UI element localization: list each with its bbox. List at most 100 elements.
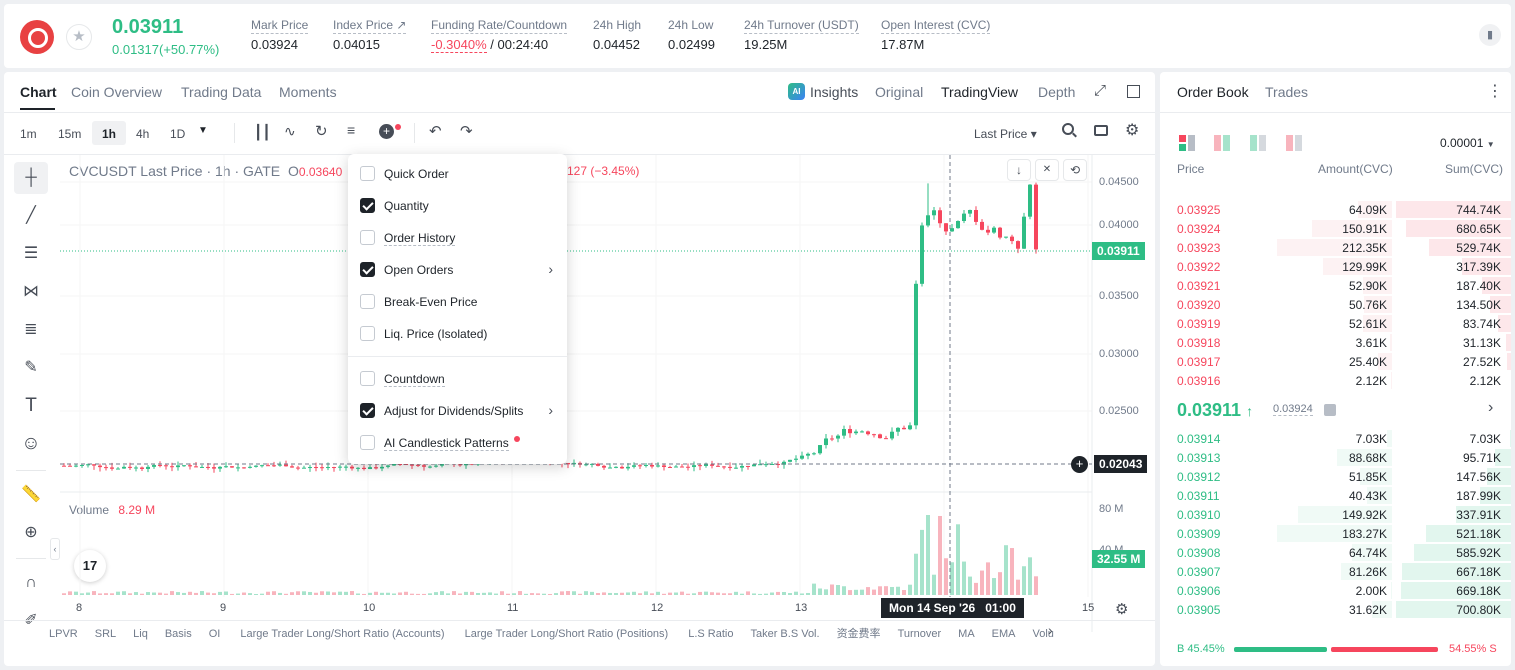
- orderbook-row[interactable]: 0.03911 40.43K 187.99K: [1160, 486, 1511, 505]
- depth-bar: [1506, 353, 1511, 370]
- candle-body: [356, 467, 360, 469]
- menu-item-quantity[interactable]: Quantity: [348, 192, 567, 220]
- row-sum: 521.18K: [1456, 527, 1501, 541]
- view-both-icon[interactable]: [1179, 135, 1195, 151]
- menu-item-quick-order[interactable]: Quick Order: [348, 160, 567, 188]
- menu-item-adjust-dividends[interactable]: Adjust for Dividends/Splits ›: [348, 397, 567, 425]
- checkbox[interactable]: [360, 326, 375, 341]
- candle-body: [806, 453, 810, 456]
- row-sum: 680.65K: [1456, 222, 1501, 236]
- orderbook-row[interactable]: 0.03908 64.74K 585.92K: [1160, 543, 1511, 562]
- orderbook-row[interactable]: 0.03925 64.09K 744.74K: [1160, 200, 1511, 219]
- tab-trades[interactable]: Trades: [1265, 84, 1308, 100]
- chart-settings-icon[interactable]: ⚙: [1115, 600, 1128, 618]
- row-sum: 585.92K: [1456, 546, 1501, 560]
- checkbox[interactable]: [360, 198, 375, 213]
- add-alert-icon[interactable]: +: [1071, 456, 1088, 473]
- menu-item-open-orders[interactable]: Open Orders ›: [348, 256, 567, 284]
- checkbox[interactable]: [360, 403, 375, 418]
- menu-item-liq-price[interactable]: Liq. Price (Isolated): [348, 320, 567, 348]
- orderbook-row[interactable]: 0.03918 3.61K 31.13K: [1160, 333, 1511, 352]
- checkbox[interactable]: [360, 262, 375, 277]
- view-alt-icon[interactable]: [1214, 135, 1230, 151]
- stat-funding-rate[interactable]: Funding Rate/Countdown -0.3040% / 00:24:…: [431, 18, 568, 53]
- checkbox[interactable]: [360, 294, 375, 309]
- indicator-6[interactable]: Large Trader Long/Short Ratio (Positions…: [465, 628, 669, 640]
- candle-body: [380, 466, 384, 469]
- checkbox[interactable]: [360, 371, 375, 386]
- orderbook-row[interactable]: 0.03909 183.27K 521.18K: [1160, 524, 1511, 543]
- view-asks-icon[interactable]: [1286, 135, 1302, 151]
- tab-order-book[interactable]: Order Book: [1177, 84, 1249, 100]
- view-bids-icon[interactable]: [1250, 135, 1266, 151]
- indicator-0[interactable]: LPVR: [49, 628, 78, 640]
- orderbook-row[interactable]: 0.03916 2.12K 2.12K: [1160, 371, 1511, 390]
- orderbook-row[interactable]: 0.03914 7.03K 7.03K: [1160, 429, 1511, 448]
- volume-bar: [482, 592, 486, 595]
- volume-bar: [278, 592, 282, 595]
- menu-item-countdown[interactable]: Countdown: [348, 365, 567, 393]
- more-icon[interactable]: ⋮: [1487, 81, 1503, 101]
- orderbook-row[interactable]: 0.03912 51.85K 147.56K: [1160, 467, 1511, 486]
- volume-bar: [614, 593, 618, 595]
- candlestick-chart[interactable]: [4, 72, 1155, 666]
- indicator-10[interactable]: Turnover: [898, 628, 942, 640]
- row-sum: 669.18K: [1456, 584, 1501, 598]
- volume-bar: [98, 593, 102, 595]
- row-amount: 64.74K: [1348, 546, 1387, 560]
- price-change: 0.01317(+50.77%): [112, 42, 220, 57]
- indicator-8[interactable]: Taker B.S Vol.: [750, 628, 819, 640]
- favorite-star-icon[interactable]: ★: [66, 24, 92, 50]
- book-icon[interactable]: ▮: [1479, 24, 1501, 46]
- orderbook-row[interactable]: 0.03910 149.92K 337.91K: [1160, 505, 1511, 524]
- indicator-2[interactable]: Liq: [133, 628, 148, 640]
- orderbook-row[interactable]: 0.03921 52.90K 187.40K: [1160, 276, 1511, 295]
- indicator-12[interactable]: EMA: [992, 628, 1016, 640]
- checkbox[interactable]: [360, 166, 375, 181]
- orderbook-row[interactable]: 0.03923 212.35K 529.74K: [1160, 238, 1511, 257]
- orderbook-row[interactable]: 0.03919 52.61K 83.74K: [1160, 314, 1511, 333]
- orderbook-row[interactable]: 0.03907 81.26K 667.18K: [1160, 562, 1511, 581]
- precision-select[interactable]: 0.00001 ▼: [1440, 136, 1495, 150]
- orderbook-row[interactable]: 0.03905 31.62K 700.80K: [1160, 600, 1511, 619]
- menu-item-order-history[interactable]: Order History: [348, 224, 567, 252]
- chevron-right-icon[interactable]: ›: [1488, 399, 1493, 417]
- stat-24h-turnover[interactable]: 24h Turnover (USDT) 19.25M: [744, 18, 859, 52]
- candle-body: [812, 453, 816, 455]
- orderbook-row[interactable]: 0.03917 25.40K 27.52K: [1160, 352, 1511, 371]
- volume-bar: [314, 592, 318, 595]
- stat-index-price[interactable]: Index Price ↗ 0.04015: [333, 18, 407, 52]
- indicator-11[interactable]: MA: [958, 628, 975, 640]
- indicator-5[interactable]: Large Trader Long/Short Ratio (Accounts): [240, 628, 444, 640]
- time-tick: 10: [363, 602, 376, 614]
- checkbox[interactable]: [360, 435, 375, 450]
- volume-bar: [926, 515, 930, 595]
- candle-body: [74, 465, 78, 467]
- orderbook-row[interactable]: 0.03920 50.76K 134.50K: [1160, 295, 1511, 314]
- volume-bar: [758, 593, 762, 595]
- candle-body: [932, 210, 936, 216]
- volume-bar: [662, 593, 666, 595]
- candle-body: [938, 210, 942, 224]
- indicator-3[interactable]: Basis: [165, 628, 192, 640]
- checkbox[interactable]: [360, 230, 375, 245]
- indicator-4[interactable]: OI: [209, 628, 221, 640]
- menu-item-ai-patterns[interactable]: AI Candlestick Patterns: [348, 429, 567, 457]
- indicator-1[interactable]: SRL: [95, 628, 116, 640]
- stat-mark-price[interactable]: Mark Price 0.03924: [251, 18, 309, 52]
- menu-item-break-even[interactable]: Break-Even Price: [348, 288, 567, 316]
- orderbook-row[interactable]: 0.03924 150.91K 680.65K: [1160, 219, 1511, 238]
- row-price: 0.03911: [1177, 489, 1220, 503]
- indicator-7[interactable]: L.S Ratio: [688, 628, 733, 640]
- indicator-scroll-right-icon[interactable]: ›: [1048, 622, 1053, 638]
- orderbook-row[interactable]: 0.03913 88.68K 95.71K: [1160, 448, 1511, 467]
- candle-body: [884, 438, 888, 440]
- volume-bar: [956, 524, 960, 595]
- candle-body: [692, 465, 696, 468]
- orderbook-row[interactable]: 0.03906 2.00K 669.18K: [1160, 581, 1511, 600]
- orderbook-row[interactable]: 0.03922 129.99K 317.39K: [1160, 257, 1511, 276]
- indicator-9[interactable]: 资金费率: [837, 628, 881, 640]
- ticker-header: ★ 0.03911 0.01317(+50.77%) Mark Price 0.…: [4, 4, 1511, 68]
- stat-open-interest[interactable]: Open Interest (CVC) 17.87M: [881, 18, 991, 52]
- volume-bar: [476, 592, 480, 595]
